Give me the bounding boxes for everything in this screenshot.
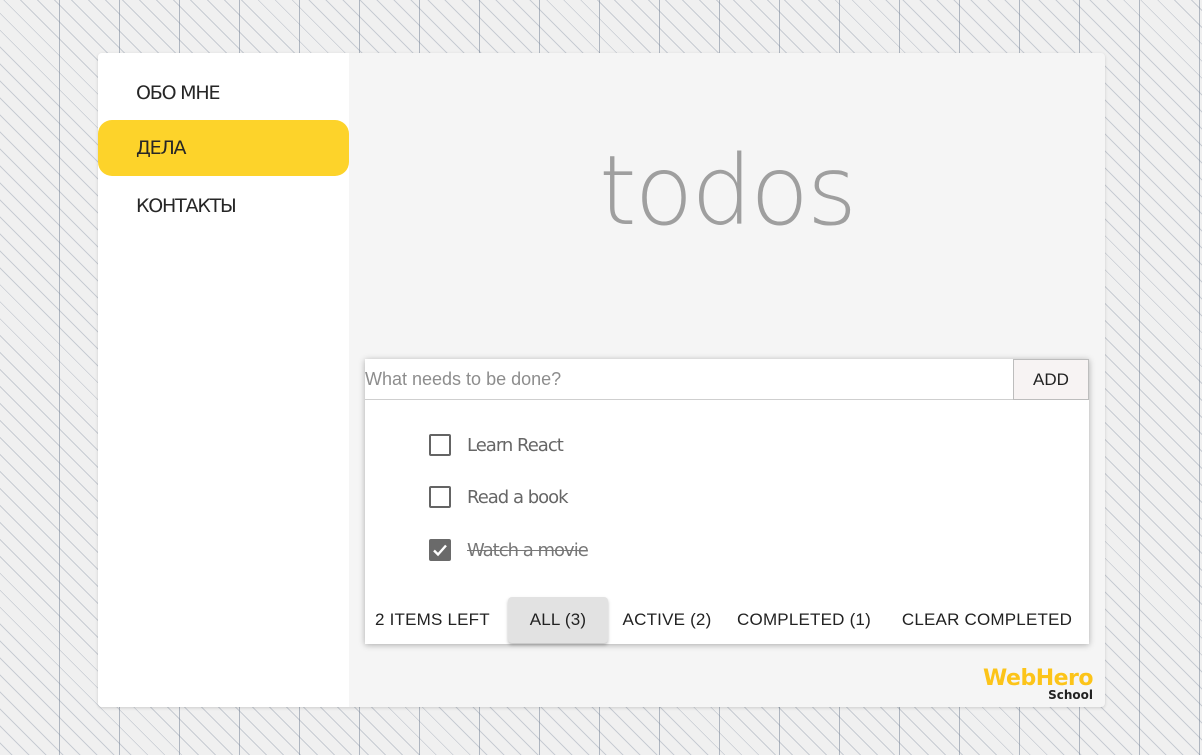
app-card: ОБО МНЕ ДЕЛА КОНТАКТЫ todos ADD Learn Re… [98,53,1105,707]
clear-completed-button[interactable]: CLEAR COMPLETED [892,597,1082,643]
todo-text: Read a book [467,486,569,508]
todo-checkbox[interactable] [429,486,451,508]
add-button[interactable]: ADD [1013,359,1089,400]
sidebar-item-label: ДЕЛА [136,137,187,159]
todo-item[interactable]: Learn React [429,429,564,461]
sidebar-item-tasks[interactable]: ДЕЛА [98,120,349,176]
main-content: todos ADD Learn React Read a book [349,53,1105,707]
todo-checkbox[interactable] [429,434,451,456]
filter-completed-button[interactable]: COMPLETED (1) [730,597,878,643]
filter-all-button[interactable]: ALL (3) [508,597,608,643]
webhero-logo: WebHero School [983,666,1093,702]
sidebar: ОБО МНЕ ДЕЛА КОНТАКТЫ [98,53,349,707]
todo-item[interactable]: Read a book [429,481,569,513]
page-title: todos [598,135,857,247]
todo-panel: ADD Learn React Read a book Watch a movi… [365,359,1089,644]
sidebar-item-label: КОНТАКТЫ [136,195,237,217]
filter-active-button[interactable]: ACTIVE (2) [615,597,719,643]
items-left-count: 2 ITEMS LEFT [375,610,490,629]
sidebar-item-contacts[interactable]: КОНТАКТЫ [98,178,349,234]
sidebar-item-label: ОБО МНЕ [136,82,220,104]
new-todo-input[interactable] [365,359,1013,399]
todo-item[interactable]: Watch a movie [429,534,589,566]
todo-footer: 2 ITEMS LEFT ALL (3) ACTIVE (2) COMPLETE… [365,597,1089,643]
todo-text: Learn React [467,434,564,456]
todo-checkbox[interactable] [429,539,451,561]
logo-text: WebHero [983,666,1093,691]
todo-text: Watch a movie [467,539,589,561]
sidebar-item-about[interactable]: ОБО МНЕ [98,65,349,121]
new-todo-row: ADD [365,359,1089,400]
checkmark-icon [433,544,447,557]
